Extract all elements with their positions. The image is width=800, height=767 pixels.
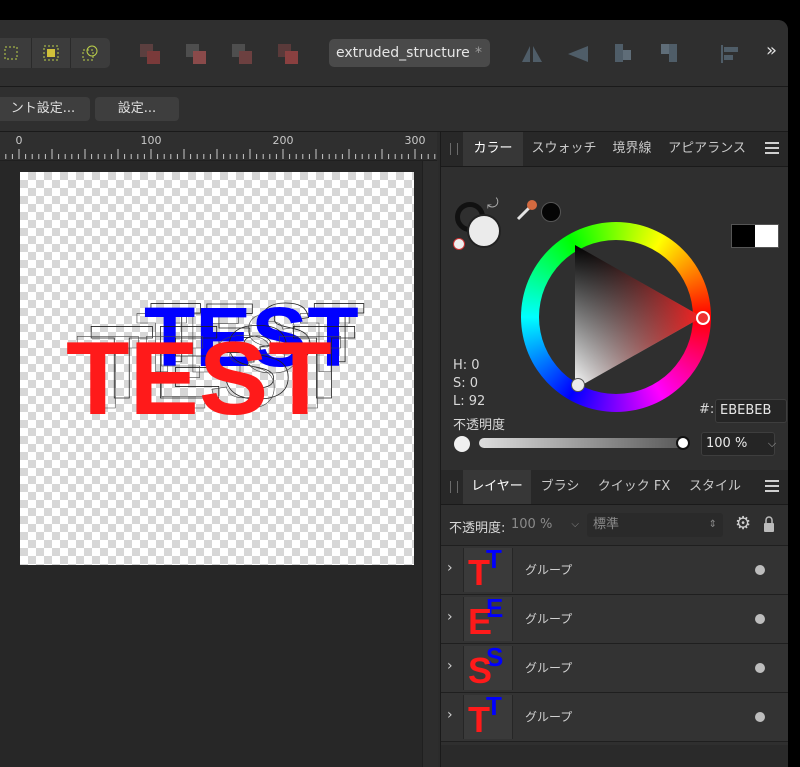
flip-horizontal-icon[interactable] <box>520 44 544 68</box>
context-toolbar: ント設定... 設定... <box>0 87 788 132</box>
color-panel-menu-icon[interactable] <box>765 142 779 154</box>
hex-prefix-label: #: <box>699 402 715 417</box>
layer-opacity-value: 100 % <box>511 517 553 532</box>
thumb-front-letter: T <box>468 552 490 592</box>
layer-opacity-label: 不透明度: <box>449 521 506 536</box>
right-panel: カラー スウォッチ 境界線 アピアランス ⤾ H: 0 S: 0 L: 92 #… <box>440 132 788 767</box>
document-tab-title: extruded_structure <box>336 45 470 61</box>
layer-row[interactable]: › S S グループ <box>441 644 788 693</box>
layer-thumbnail: SS <box>463 646 513 690</box>
layers-panel-menu-icon[interactable] <box>765 480 779 492</box>
vertical-scrollbar[interactable] <box>422 161 438 767</box>
layers-panel-tabbar: レイヤー ブラシ クイック FX スタイル <box>441 470 788 505</box>
blend-mode-select[interactable]: 標準 ⇕ <box>587 513 723 537</box>
opacity-preview-dot <box>454 436 470 452</box>
layer-settings-gear-icon[interactable]: ⚙ <box>735 513 751 534</box>
toolbar-overflow-button[interactable]: » <box>766 40 777 61</box>
rotate-right-icon[interactable] <box>658 42 680 68</box>
visibility-dot-icon[interactable] <box>755 712 765 722</box>
panel-grip-icon[interactable] <box>450 143 458 155</box>
select-grid-icon[interactable] <box>31 38 70 68</box>
fill-well-icon[interactable] <box>467 214 501 248</box>
layers-empty-area <box>441 745 788 767</box>
modified-star-icon: * <box>475 45 482 61</box>
hex-input[interactable]: EBEBEB <box>715 399 787 423</box>
context-settings-button-1[interactable]: ント設定... <box>0 97 90 121</box>
tab-styles[interactable]: スタイル <box>681 470 749 504</box>
layer-opacity-field[interactable]: 100 % ⌵ <box>511 513 583 537</box>
lightness-handle[interactable] <box>571 378 585 392</box>
color-triangle[interactable] <box>521 222 711 412</box>
no-color-icon[interactable] <box>453 238 465 250</box>
tab-swatches[interactable]: スウォッチ <box>525 132 603 166</box>
visibility-dot-icon[interactable] <box>755 614 765 624</box>
rotate-left-icon[interactable] <box>612 42 634 68</box>
layer-row[interactable]: › T T グループ <box>441 693 788 742</box>
document-tab[interactable]: extruded_structure * <box>329 39 490 67</box>
boolean-add-icon[interactable] <box>140 44 162 64</box>
lock-icon[interactable] <box>763 515 775 537</box>
layer-controls: 不透明度: 100 % ⌵ 標準 ⇕ ⚙ <box>441 505 788 546</box>
picked-color-swatch[interactable] <box>541 202 561 222</box>
opacity-label: 不透明度 <box>453 418 506 433</box>
align-left-icon[interactable] <box>720 44 740 68</box>
selection-tools-group <box>0 38 110 68</box>
visibility-dot-icon[interactable] <box>755 663 765 673</box>
layer-thumbnail: TT <box>463 548 513 592</box>
tab-brushes[interactable]: ブラシ <box>533 470 587 504</box>
horizontal-ruler[interactable]: 0 100 200 300 <box>0 132 437 161</box>
select-overlap-icon[interactable] <box>70 38 109 68</box>
extruded-text-artwork: TEST TEST TEST TEST TEST TEST <box>66 286 365 437</box>
layer-row[interactable]: › E E グループ <box>441 595 788 644</box>
expand-chevron-icon[interactable]: › <box>447 560 453 576</box>
thumb-front-letter: T <box>468 699 490 739</box>
opacity-slider-handle[interactable] <box>676 436 690 450</box>
thumb-front-letter: E <box>468 601 493 641</box>
layer-row[interactable]: › T T グループ <box>441 546 788 595</box>
ruler-ticks <box>5 149 436 159</box>
blend-mode-value: 標準 <box>593 517 620 532</box>
hue-label: H: 0 <box>453 358 480 373</box>
hue-handle[interactable] <box>696 311 710 325</box>
app-window: extruded_structure * » ント設定... 設定... 0 1… <box>0 20 788 767</box>
layer-name: グループ <box>525 612 573 626</box>
tab-color[interactable]: カラー <box>463 132 523 166</box>
boolean-xor-icon[interactable] <box>278 44 300 64</box>
color-compare-swatch[interactable] <box>731 224 779 248</box>
expand-chevron-icon[interactable]: › <box>447 609 453 625</box>
swap-colors-icon[interactable]: ⤾ <box>487 196 499 212</box>
thumb-front-letter: S <box>468 650 493 690</box>
hsl-color-wheel[interactable] <box>521 222 711 412</box>
color-panel-tabbar: カラー スウォッチ 境界線 アピアランス <box>441 132 788 167</box>
boolean-subtract-icon[interactable] <box>186 44 208 64</box>
layer-thumbnail: TT <box>463 695 513 739</box>
tab-appearance[interactable]: アピアランス <box>661 132 753 166</box>
tab-stroke[interactable]: 境界線 <box>605 132 659 166</box>
tab-quick-fx[interactable]: クイック FX <box>589 470 679 504</box>
artboard[interactable]: TEST TEST TEST TEST TEST TEST <box>20 172 414 565</box>
opacity-dropdown-icon[interactable]: ⌵ <box>763 432 781 456</box>
expand-chevron-icon[interactable]: › <box>447 707 453 723</box>
visibility-dot-icon[interactable] <box>755 565 765 575</box>
front-text: TEST <box>66 321 332 437</box>
layer-name: グループ <box>525 661 573 675</box>
flip-vertical-icon[interactable] <box>566 44 590 68</box>
select-all-icon[interactable] <box>0 38 30 68</box>
layer-name: グループ <box>525 710 573 724</box>
layer-thumbnail: EE <box>463 597 513 641</box>
lightness-label: L: 92 <box>453 394 486 409</box>
opacity-slider[interactable] <box>479 438 689 448</box>
expand-chevron-icon[interactable]: › <box>447 658 453 674</box>
tab-layers[interactable]: レイヤー <box>463 470 531 504</box>
toolbar: extruded_structure * » <box>0 20 788 87</box>
saturation-label: S: 0 <box>453 376 479 391</box>
panel-grip-icon[interactable] <box>450 481 458 493</box>
boolean-intersect-icon[interactable] <box>232 44 254 64</box>
layer-name: グループ <box>525 563 573 577</box>
context-settings-button-2[interactable]: 設定... <box>95 97 179 121</box>
